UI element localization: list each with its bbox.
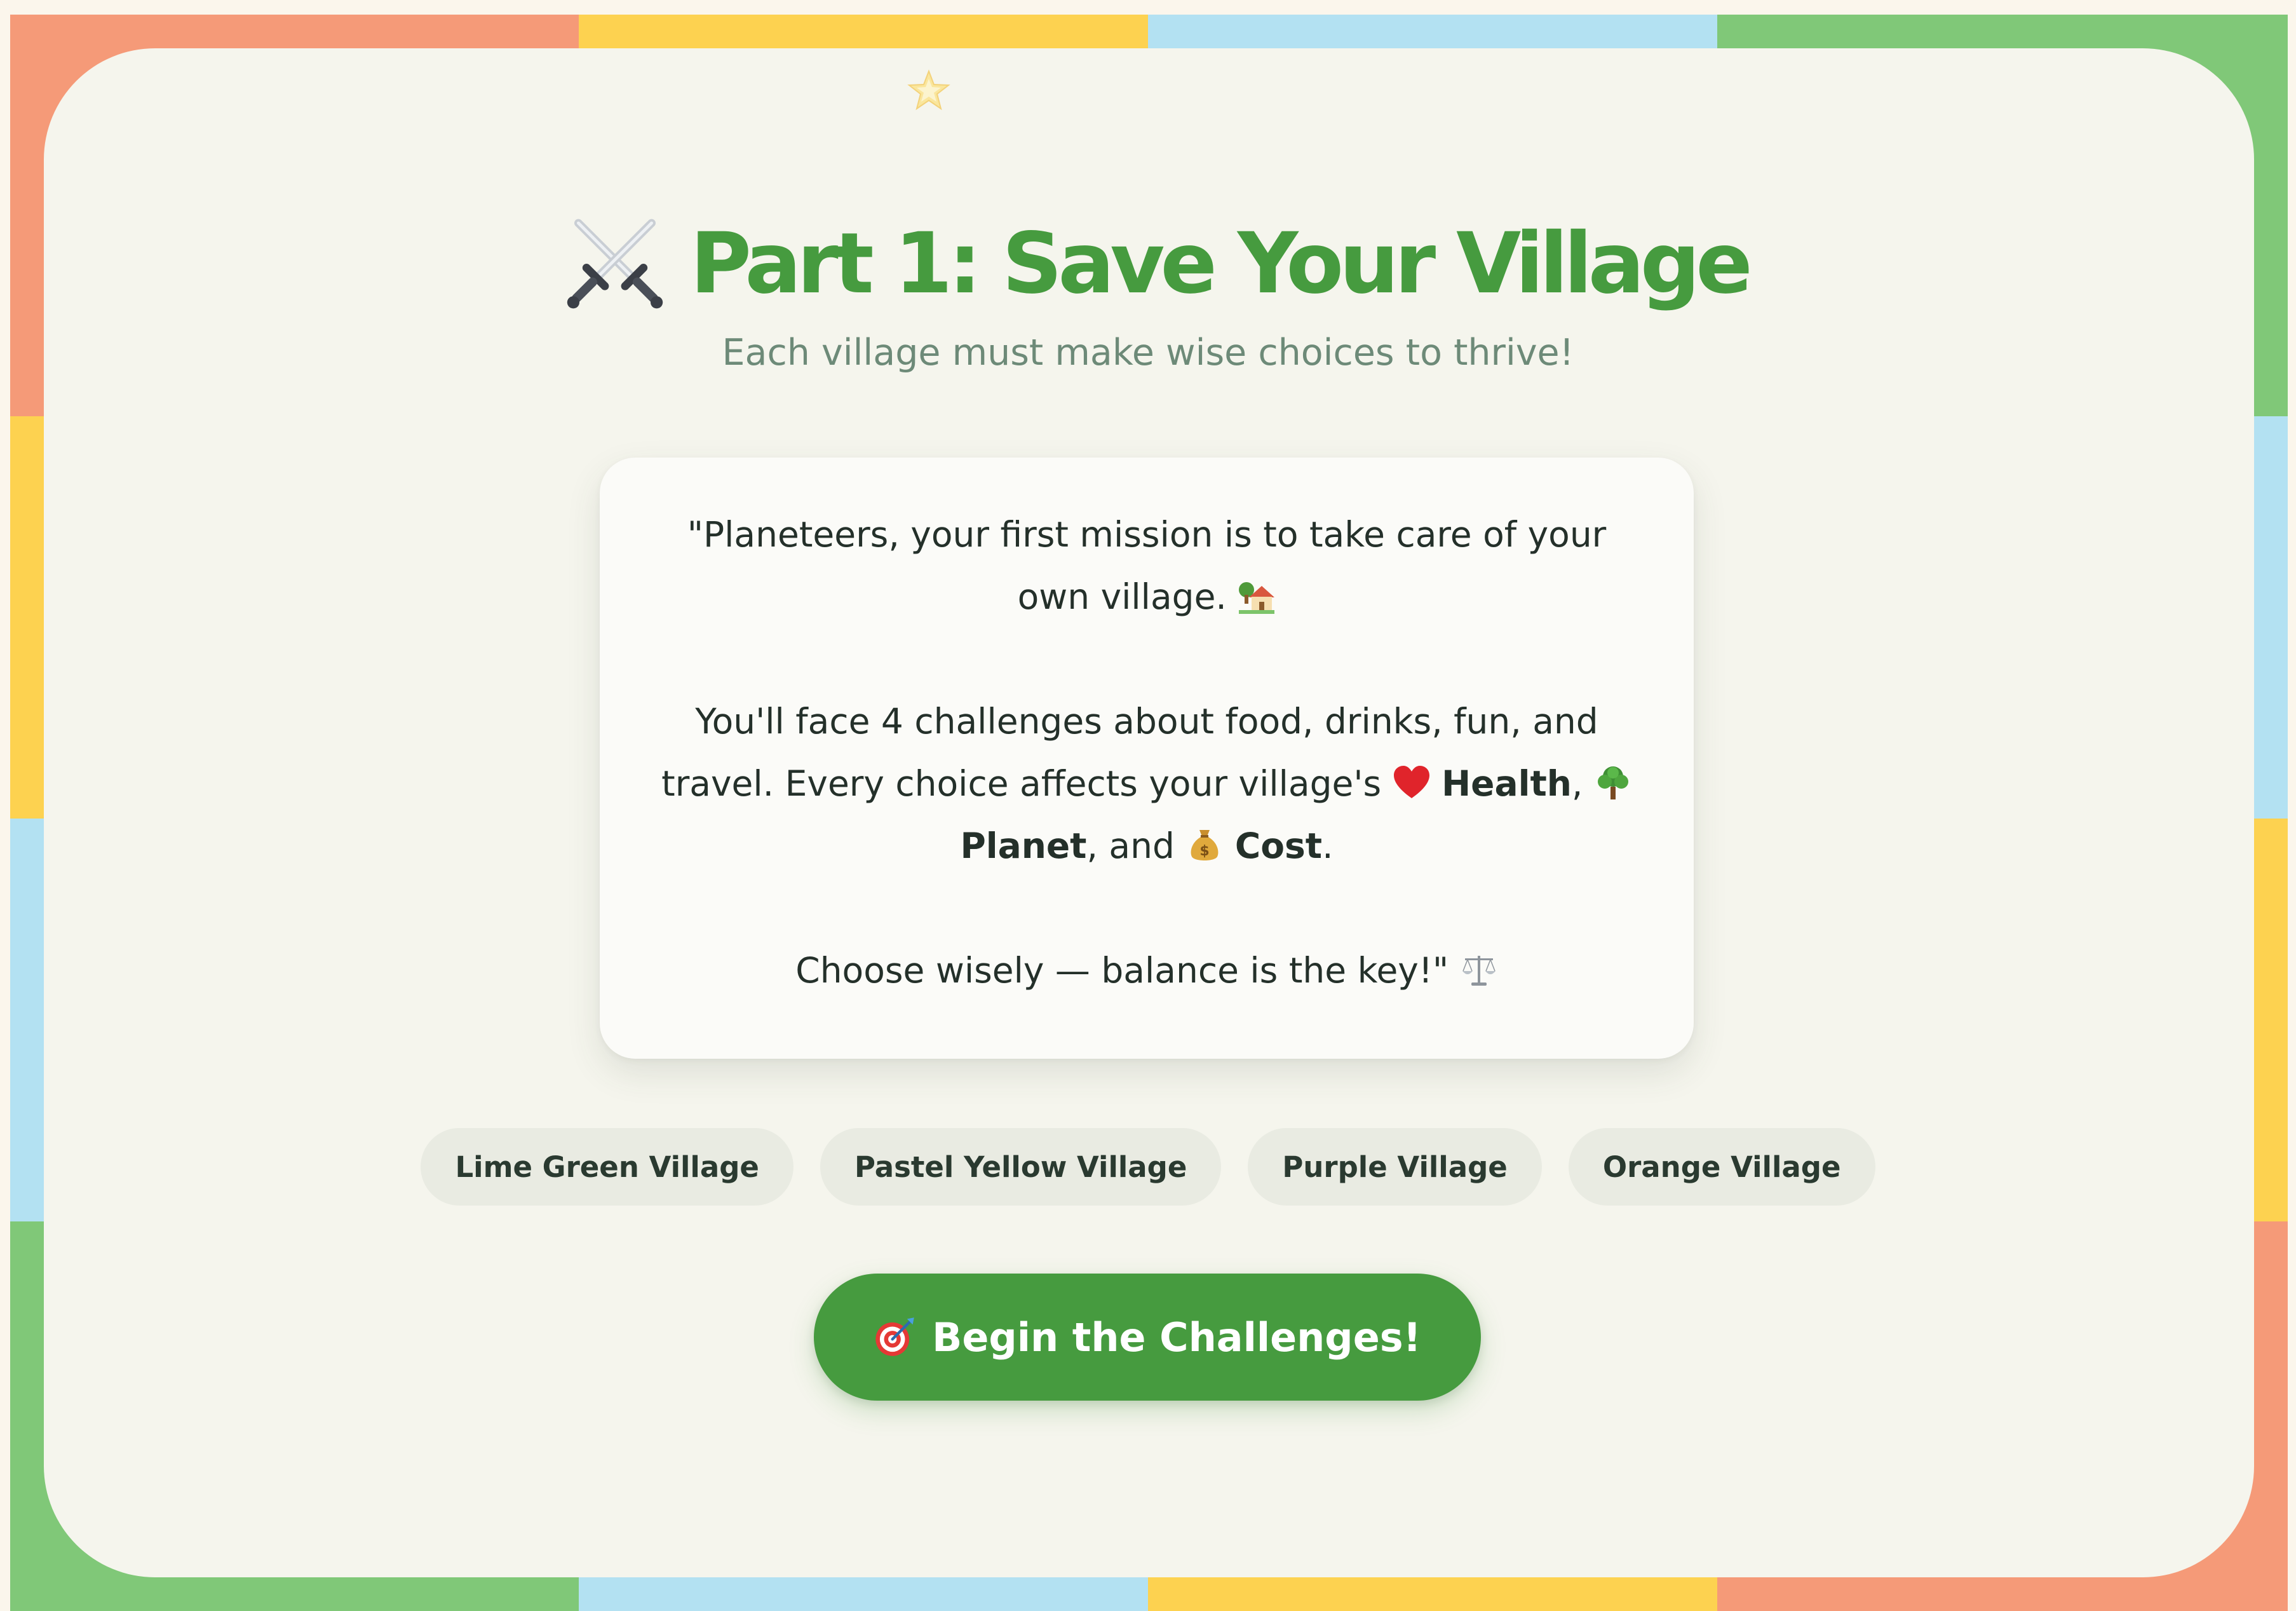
- page-title-text: Part 1: Save Your Village: [690, 215, 1753, 313]
- cost-label: Cost: [1234, 826, 1323, 866]
- svg-text:$: $: [1200, 843, 1210, 859]
- village-chip-lime-green[interactable]: Lime Green Village: [421, 1128, 793, 1206]
- village-chip-pastel-yellow[interactable]: Pastel Yellow Village: [820, 1128, 1222, 1206]
- money-bag-icon: $: [1191, 830, 1219, 860]
- sparkle-star-icon: [907, 69, 950, 111]
- mission-closing-text: Choose wisely — balance is the key!": [795, 950, 1449, 991]
- target-dart-icon: [875, 1317, 914, 1356]
- mission-closing: Choose wisely — balance is the key!": [651, 939, 1643, 1002]
- page-subtitle: Each village must make wise choices to t…: [722, 332, 1574, 374]
- crossed-swords-icon: [567, 219, 663, 309]
- mission-intro: "Planeteers, your first mission is to ta…: [651, 503, 1643, 628]
- tree-icon: [1597, 766, 1628, 799]
- house-with-garden-icon: [1239, 582, 1275, 614]
- and-text: , and: [1086, 826, 1175, 866]
- balance-scale-icon: [1462, 956, 1496, 986]
- mission-intro-text: "Planeteers, your first mission is to ta…: [687, 514, 1607, 617]
- mission-briefing-card: "Planeteers, your first mission is to ta…: [600, 458, 1694, 1059]
- red-heart-icon: [1393, 766, 1429, 798]
- village-selector: Lime Green Village Pastel Yellow Village…: [0, 1128, 2296, 1206]
- planet-label: Planet: [960, 826, 1087, 866]
- begin-challenges-button[interactable]: Begin the Challenges!: [814, 1274, 1481, 1401]
- health-label: Health: [1442, 763, 1572, 804]
- begin-challenges-label: Begin the Challenges!: [932, 1314, 1421, 1361]
- village-chip-orange[interactable]: Orange Village: [1568, 1128, 1875, 1206]
- page-title: Part 1: Save Your Village: [521, 203, 1792, 324]
- village-chip-purple[interactable]: Purple Village: [1248, 1128, 1542, 1206]
- mission-challenges: You'll face 4 challenges about food, dri…: [651, 690, 1643, 877]
